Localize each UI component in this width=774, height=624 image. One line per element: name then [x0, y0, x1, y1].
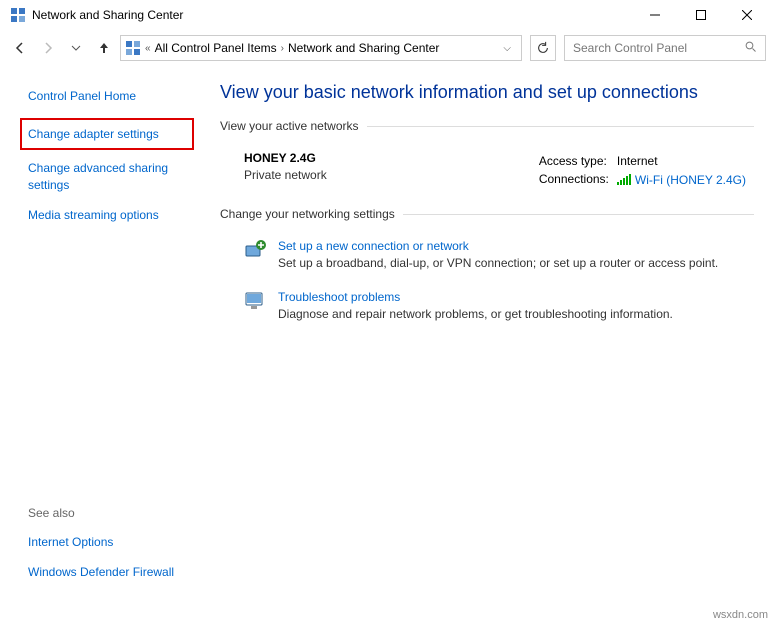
troubleshoot-icon	[244, 290, 266, 312]
active-networks-header: View your active networks	[220, 119, 754, 133]
wifi-connection-link[interactable]: Wi-Fi (HONEY 2.4G)	[635, 173, 746, 187]
titlebar: Network and Sharing Center	[0, 0, 774, 30]
windows-defender-firewall-link[interactable]: Windows Defender Firewall	[28, 564, 194, 580]
breadcrumb-item[interactable]: All Control Panel Items	[155, 41, 277, 55]
up-button[interactable]	[92, 36, 116, 60]
internet-options-link[interactable]: Internet Options	[28, 534, 194, 550]
close-button[interactable]	[724, 0, 770, 30]
setup-connection-item: Set up a new connection or network Set u…	[220, 233, 754, 284]
content-body: Control Panel Home Change adapter settin…	[0, 66, 774, 606]
chevron-right-icon: ›	[281, 43, 284, 54]
network-name: HONEY 2.4G	[244, 151, 537, 165]
back-button[interactable]	[8, 36, 32, 60]
network-info: HONEY 2.4G Private network Access type: …	[220, 145, 754, 207]
main-content: View your basic network information and …	[210, 66, 774, 606]
setup-connection-icon	[244, 239, 266, 261]
refresh-button[interactable]	[530, 35, 556, 61]
troubleshoot-link[interactable]: Troubleshoot problems	[278, 290, 673, 304]
breadcrumb: « All Control Panel Items › Network and …	[145, 41, 493, 55]
page-heading: View your basic network information and …	[220, 82, 754, 103]
forward-button[interactable]	[36, 36, 60, 60]
media-streaming-options-link[interactable]: Media streaming options	[28, 207, 194, 223]
sidebar-spacer	[28, 237, 194, 506]
troubleshoot-desc: Diagnose and repair network problems, or…	[278, 307, 673, 321]
breadcrumb-root[interactable]: «	[145, 43, 151, 54]
minimize-button[interactable]	[632, 0, 678, 30]
breadcrumb-item[interactable]: Network and Sharing Center	[288, 41, 439, 55]
sidebar: Control Panel Home Change adapter settin…	[0, 66, 210, 606]
change-settings-header: Change your networking settings	[220, 207, 754, 221]
window-title: Network and Sharing Center	[32, 8, 632, 22]
access-type-value: Internet	[617, 153, 752, 169]
network-type: Private network	[244, 168, 537, 182]
see-also-header: See also	[28, 506, 194, 520]
search-icon	[745, 41, 757, 56]
search-input[interactable]: Search Control Panel	[564, 35, 766, 61]
app-icon	[10, 7, 26, 23]
setup-connection-desc: Set up a broadband, dial-up, or VPN conn…	[278, 256, 718, 270]
toolbar: « All Control Panel Items › Network and …	[0, 30, 774, 66]
search-placeholder: Search Control Panel	[573, 41, 687, 55]
control-panel-icon	[125, 40, 141, 56]
address-dropdown[interactable]: ⌵	[497, 43, 517, 54]
signal-icon	[617, 175, 631, 185]
troubleshoot-item: Troubleshoot problems Diagnose and repai…	[220, 284, 754, 335]
watermark: wsxdn.com	[713, 609, 768, 621]
window-controls	[632, 0, 770, 30]
setup-connection-link[interactable]: Set up a new connection or network	[278, 239, 718, 253]
control-panel-home-link[interactable]: Control Panel Home	[28, 88, 194, 104]
change-adapter-settings-link[interactable]: Change adapter settings	[20, 118, 194, 150]
address-bar[interactable]: « All Control Panel Items › Network and …	[120, 35, 522, 61]
recent-dropdown[interactable]	[64, 36, 88, 60]
maximize-button[interactable]	[678, 0, 724, 30]
access-type-label: Access type:	[539, 153, 615, 169]
connections-label: Connections:	[539, 171, 615, 189]
change-advanced-sharing-link[interactable]: Change advanced sharing settings	[28, 160, 194, 192]
